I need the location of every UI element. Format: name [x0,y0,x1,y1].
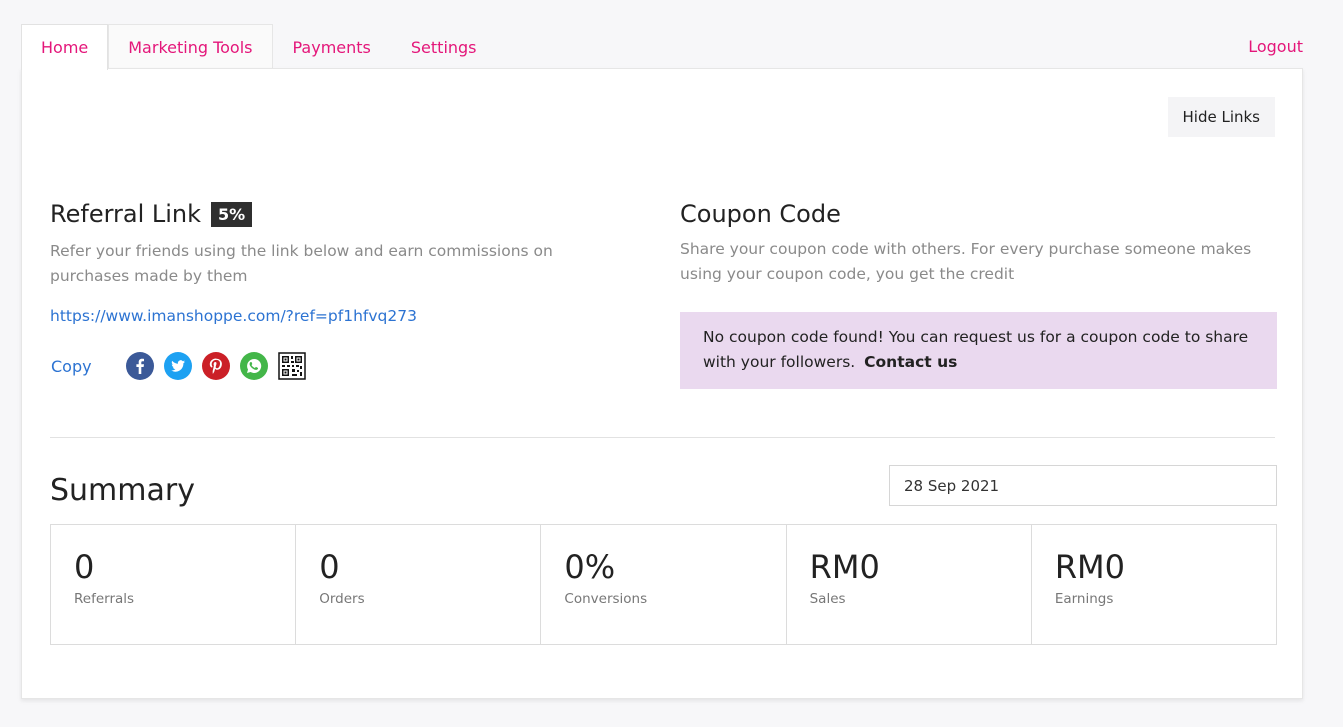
stat-label: Conversions [564,591,648,607]
stat-value: RM0 [809,548,880,586]
qr-code-icon[interactable] [277,352,306,380]
coupon-notice-text: No coupon code found! You can request us… [703,328,1249,371]
summary-stats: 0 Referrals 0 Orders 0% Conversions RM0 … [50,524,1277,645]
pinterest-icon[interactable] [201,352,230,380]
whatsapp-icon[interactable] [239,352,268,380]
referral-title-text: Referral Link [50,200,202,228]
stat-value: 0 [319,548,340,586]
tab-home[interactable]: Home [21,24,109,70]
referral-link[interactable]: https://www.imanshoppe.com/?ref=pf1hfvq2… [50,307,630,325]
twitter-icon[interactable] [163,352,192,380]
stat-referrals: 0 Referrals [51,525,297,644]
stat-label: Earnings [1054,591,1114,607]
stat-value: 0% [564,548,616,586]
stat-conversions: 0% Conversions [541,525,787,644]
tab-marketing-tools[interactable]: Marketing Tools [108,24,273,69]
hide-links-button[interactable]: Hide Links [1167,97,1275,137]
coupon-title: Coupon Code [680,200,841,228]
copy-link-button[interactable]: Copy [51,357,92,376]
stat-label: Sales [809,591,846,607]
stat-label: Orders [319,591,365,607]
stat-label: Referrals [74,591,135,607]
referral-description: Refer your friends using the link below … [50,242,553,285]
stat-orders: 0 Orders [296,525,542,644]
date-range-input[interactable] [889,465,1277,506]
logout-link[interactable]: Logout [1229,24,1303,69]
share-row: Copy [50,351,630,381]
summary-title: Summary [50,473,195,508]
commission-badge: 5% [211,201,253,227]
section-divider [50,437,1275,438]
tab-payments[interactable]: Payments [273,24,391,69]
stat-earnings: RM0 Earnings [1032,525,1276,644]
coupon-section: Coupon Code Share your coupon code with … [680,199,1277,389]
tab-settings[interactable]: Settings [391,24,497,69]
contact-us-link[interactable]: Contact us [864,353,957,371]
stat-sales: RM0 Sales [787,525,1032,644]
referral-section: Referral Link 5% Refer your friends usin… [50,199,630,381]
stat-value: 0 [74,548,95,586]
stat-value: RM0 [1054,548,1126,586]
coupon-description: Share your coupon code with others. For … [680,240,1252,283]
facebook-icon[interactable] [125,352,154,380]
main-panel: Hide Links Referral Link 5% Refer your f… [21,68,1303,699]
top-nav: Home Marketing Tools Payments Settings L… [21,24,1303,70]
coupon-notice: No coupon code found! You can request us… [680,312,1277,389]
referral-title: Referral Link 5% [50,199,630,229]
